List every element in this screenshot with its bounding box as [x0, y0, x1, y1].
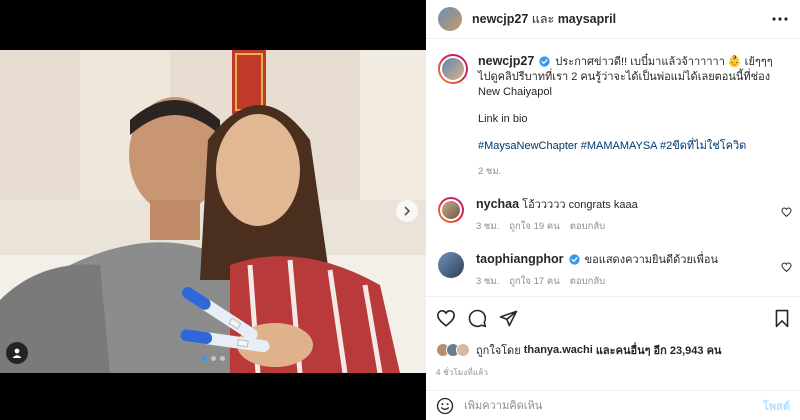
- comment-avatar[interactable]: [438, 197, 464, 223]
- liker-avatars: [436, 343, 470, 357]
- save-button[interactable]: [774, 309, 790, 328]
- caption-avatar[interactable]: [438, 54, 468, 84]
- comment-reply-button[interactable]: ตอบกลับ: [570, 219, 606, 234]
- share-button[interactable]: [499, 309, 518, 328]
- comment-text: ขอแสดงความยินดีด้วยเพื่อน: [584, 254, 719, 266]
- authors-and-word: และ: [531, 12, 555, 26]
- instagram-post-modal: newcjp27 และ maysapril newcjp27 ประกาศข่…: [0, 0, 800, 420]
- comment-text: โอ้ววววว congrats kaaa: [522, 199, 638, 211]
- comment-input[interactable]: [464, 399, 763, 412]
- likes-summary: ถูกใจโดย thanya.wachi และคนอื่นๆ อีก 23,…: [436, 341, 790, 359]
- carousel-dot: [210, 356, 216, 361]
- post-photo: [0, 50, 426, 373]
- post-caption: newcjp27 ประกาศข่าวดี!! เบบี๋มาแล้วจ้าาา…: [426, 40, 800, 179]
- verified-badge-icon: [568, 254, 580, 265]
- post-comment-button[interactable]: โพสต์: [763, 397, 790, 415]
- caption-time: 2 ชม.: [478, 166, 502, 177]
- like-button[interactable]: [436, 309, 456, 327]
- post-details-panel: newcjp27 และ maysapril newcjp27 ประกาศข่…: [426, 0, 800, 420]
- post-authors: newcjp27 และ maysapril: [472, 9, 616, 29]
- hashtag-links[interactable]: #MaysaNewChapter #MAMAMAYSA #2ขีดที่ไม่ใ…: [478, 140, 746, 152]
- comment-bubble-icon: [468, 309, 487, 327]
- comment-username[interactable]: taophiangphor: [476, 252, 564, 266]
- liker-username[interactable]: thanya.wachi: [524, 344, 593, 356]
- post-actions: ถูกใจโดย thanya.wachi และคนอื่นๆ อีก 23,…: [426, 296, 800, 379]
- comment-reply-button[interactable]: ตอบกลับ: [570, 274, 606, 289]
- comment-likes[interactable]: ถูกใจ 19 คน: [509, 219, 559, 234]
- likes-others[interactable]: และคนอื่นๆ อีก 23,943 คน: [596, 341, 722, 359]
- emoji-button[interactable]: [436, 397, 454, 415]
- comments-scroll-area[interactable]: newcjp27 ประกาศข่าวดี!! เบบี๋มาแล้วจ้าาา…: [426, 40, 800, 295]
- bookmark-icon: [775, 309, 789, 327]
- post-header: newcjp27 และ maysapril: [426, 0, 800, 39]
- carousel-indicator: [0, 356, 426, 361]
- caption-username[interactable]: newcjp27: [478, 54, 534, 68]
- author-username[interactable]: newcjp27: [472, 12, 528, 26]
- author-avatar[interactable]: [438, 7, 462, 31]
- more-options-button[interactable]: [772, 17, 788, 21]
- caption-hashtags: #MaysaNewChapter #MAMAMAYSA #2ขีดที่ไม่ใ…: [478, 139, 788, 154]
- comment-item: taophiangphor ขอแสดงความยินดีด้วยเพื่อน …: [426, 252, 800, 289]
- coauthor-username[interactable]: maysapril: [558, 12, 616, 26]
- comment-like-icon[interactable]: [781, 207, 792, 217]
- verified-badge-icon: [539, 56, 550, 67]
- comment-likes[interactable]: ถูกใจ 17 คน: [509, 274, 559, 289]
- comment-time: 3 ชม.: [476, 276, 500, 287]
- carousel-dot: [219, 356, 225, 361]
- carousel-next-button[interactable]: [396, 200, 418, 222]
- caption-link-line: Link in bio: [478, 113, 528, 125]
- comment-time: 3 ชม.: [476, 221, 500, 232]
- more-horizontal-icon: [772, 17, 788, 21]
- heart-icon: [436, 309, 456, 327]
- chevron-right-icon: [404, 206, 411, 216]
- comment-like-icon[interactable]: [781, 262, 792, 272]
- carousel-dot: [201, 356, 207, 361]
- comment-username[interactable]: nychaa: [476, 197, 519, 211]
- comment-avatar[interactable]: [438, 252, 464, 278]
- add-comment-bar: โพสต์: [426, 390, 800, 420]
- post-timestamp: 4 ชั่วโมงที่แล้ว: [436, 368, 489, 377]
- comment-item: nychaa โอ้ววววว congrats kaaa 3 ชม. ถูกใ…: [426, 197, 800, 234]
- paper-plane-icon: [499, 310, 518, 326]
- post-media[interactable]: [0, 50, 426, 373]
- comment-button[interactable]: [468, 309, 487, 328]
- likes-prefix: ถูกใจโดย: [476, 345, 521, 357]
- smiley-icon: [436, 397, 454, 414]
